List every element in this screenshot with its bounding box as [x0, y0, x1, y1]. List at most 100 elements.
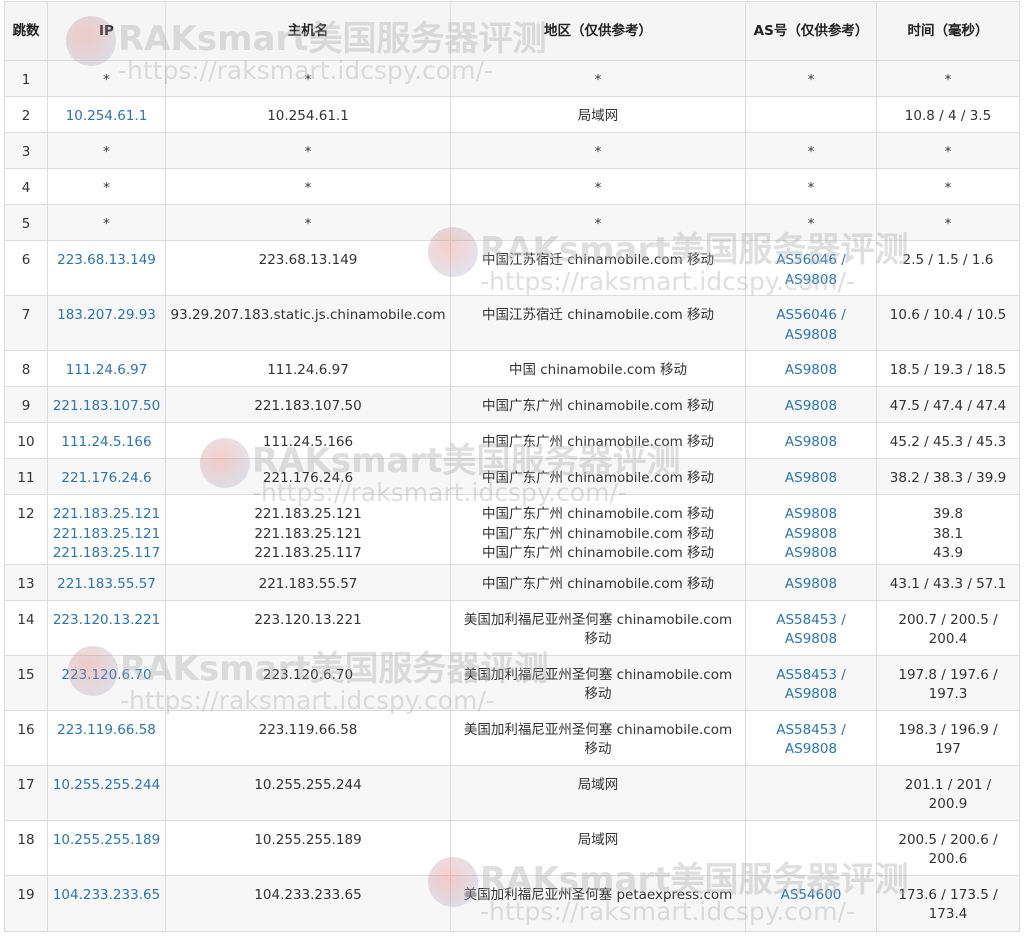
as-link[interactable]: AS9808 [750, 740, 872, 760]
as-link[interactable]: AS9808 [750, 469, 872, 489]
region-cell: 局域网 [450, 96, 746, 133]
host-text: 221.176.24.6 [262, 470, 354, 486]
ip-link[interactable]: 221.183.25.121 [52, 525, 161, 545]
table-row: 12 221.183.25.121 221.183.25.121 221.183.25… [4, 494, 1020, 565]
region-text: 美国加利福尼亚州圣何塞 chinamobile.com [463, 721, 733, 738]
ip-link[interactable]: 183.207.29.93 [52, 306, 161, 326]
ip-text: * [103, 144, 110, 160]
ip-link[interactable]: 221.176.24.6 [52, 469, 161, 489]
ip-link[interactable]: 10.255.255.244 [52, 776, 161, 796]
host-text: 10.255.255.189 [254, 831, 362, 848]
region-text: 移动 [584, 741, 612, 757]
as-link[interactable]: AS58453 / [750, 666, 872, 686]
time-text: 38.1 [932, 525, 964, 542]
ip-link[interactable]: 104.233.233.65 [52, 886, 161, 906]
traceroute-page: 跳数 IP 主机名 地区（仅供参考） AS号（仅供参考） 时间（毫秒） 1 * * *… [0, 0, 1024, 947]
region-text: 局域网 [577, 831, 619, 848]
region-text: * [594, 216, 602, 232]
table-row: 4 * * * * * [4, 168, 1020, 205]
ip-link[interactable]: 10.255.255.189 [52, 831, 161, 851]
ip-cell: 221.183.55.57 [47, 563, 166, 601]
as-link[interactable]: AS9808 [750, 544, 872, 563]
as-link[interactable]: AS9808 [750, 326, 872, 346]
as-cell: AS9808 [745, 458, 877, 495]
time-text: * [944, 180, 952, 196]
time-text: 39.8 [932, 506, 964, 522]
hop-cell: 13 [4, 563, 48, 601]
as-cell [745, 819, 877, 876]
table-row: 8 111.24.6.97 111.24.6.97 中国 chinamobile.co… [4, 350, 1020, 387]
region-text: 中国广东广州 chinamobile.com 移动 [481, 470, 715, 486]
region-cell: 中国广东广州 chinamobile.com 移动 中国广东广州 chinamob… [450, 494, 746, 565]
region-text: 中国广东广州 chinamobile.com 移动 [481, 525, 715, 542]
ip-link[interactable]: 111.24.5.166 [52, 433, 161, 453]
hostname-cell: 221.183.55.57 [165, 563, 451, 601]
ip-link[interactable]: 223.120.6.70 [52, 666, 161, 686]
hop-cell: 3 [4, 132, 48, 169]
ip-cell: 223.120.6.70 [47, 654, 166, 711]
host-text: * [304, 72, 312, 88]
region-text: 美国加利福尼亚州圣何塞 petaexpress.com [463, 886, 733, 903]
ip-link[interactable]: 223.119.66.58 [52, 721, 161, 741]
region-text: 中国江苏宿迁 chinamobile.com 移动 [481, 307, 715, 323]
host-text: 221.183.55.57 [258, 575, 358, 592]
ip-cell: 223.120.13.221 [47, 599, 166, 656]
time-text: 197.3 [928, 686, 968, 702]
ip-link[interactable]: 221.183.25.117 [52, 544, 161, 563]
ip-cell: 111.24.6.97 [47, 350, 166, 387]
as-link[interactable]: AS9808 [750, 575, 872, 595]
time-cell: 200.5 / 200.6 / 200.6 [876, 819, 1020, 876]
ip-link[interactable]: 10.254.61.1 [52, 107, 161, 127]
host-text: 221.183.25.121 [254, 506, 362, 522]
time-text: * [944, 144, 952, 160]
region-text: 局域网 [577, 776, 619, 793]
time-text: * [944, 72, 952, 88]
host-text: * [304, 216, 312, 232]
ip-link[interactable]: 221.183.107.50 [52, 397, 161, 417]
as-cell: AS9808 [745, 422, 877, 459]
region-cell: 中国广东广州 chinamobile.com 移动 [450, 458, 746, 495]
ip-text: * [103, 180, 110, 196]
as-link[interactable]: AS56046 / [750, 251, 872, 271]
as-link[interactable]: AS58453 / [750, 721, 872, 741]
ip-cell: 104.233.233.65 [47, 874, 166, 932]
as-link[interactable]: AS58453 / [750, 611, 872, 631]
time-text: 45.2 / 45.3 / 45.3 [889, 434, 1007, 450]
ip-cell: * [47, 204, 166, 241]
region-cell: 美国加利福尼亚州圣何塞 chinamobile.com 移动 [450, 654, 746, 711]
ip-link[interactable]: 223.120.13.221 [52, 611, 161, 631]
ip-cell: 10.255.255.189 [47, 819, 166, 876]
ip-link[interactable]: 221.183.25.121 [52, 505, 161, 525]
time-text: 38.2 / 38.3 / 39.9 [889, 470, 1007, 486]
as-link[interactable]: AS9808 [750, 525, 872, 545]
as-link[interactable]: AS9808 [750, 271, 872, 291]
region-cell: 中国江苏宿迁 chinamobile.com 移动 [450, 295, 746, 351]
as-link[interactable]: AS9808 [750, 685, 872, 705]
as-cell: * [745, 60, 877, 97]
as-link[interactable]: AS9808 [750, 433, 872, 453]
as-link[interactable]: AS54600 [750, 886, 872, 906]
region-text: * [594, 72, 602, 88]
ip-link[interactable]: 223.68.13.149 [52, 251, 161, 271]
as-link[interactable]: AS9808 [750, 505, 872, 525]
table-row: 17 10.255.255.244 10.255.255.244 局域网 201.1 /… [4, 764, 1020, 821]
ip-link[interactable]: 221.183.55.57 [52, 575, 161, 595]
hostname-cell: 223.68.13.149 [165, 240, 451, 296]
as-cell: * [745, 204, 877, 241]
hop-cell: 10 [4, 422, 48, 459]
as-link[interactable]: AS9808 [750, 397, 872, 417]
as-link[interactable]: AS56046 / [750, 306, 872, 326]
ip-cell: 223.119.66.58 [47, 709, 166, 766]
as-link[interactable]: AS9808 [750, 361, 872, 381]
hop-cell: 14 [4, 599, 48, 656]
ip-cell: 111.24.5.166 [47, 422, 166, 459]
time-cell: 2.5 / 1.5 / 1.6 [876, 240, 1020, 296]
host-text: 10.255.255.244 [254, 776, 362, 793]
as-cell: AS9808 [745, 350, 877, 387]
ip-cell: 223.68.13.149 [47, 240, 166, 296]
ip-cell: 183.207.29.93 [47, 295, 166, 351]
hostname-cell: 221.176.24.6 [165, 458, 451, 495]
ip-link[interactable]: 111.24.6.97 [52, 361, 161, 381]
as-link[interactable]: AS9808 [750, 630, 872, 650]
time-cell: 45.2 / 45.3 / 45.3 [876, 422, 1020, 459]
